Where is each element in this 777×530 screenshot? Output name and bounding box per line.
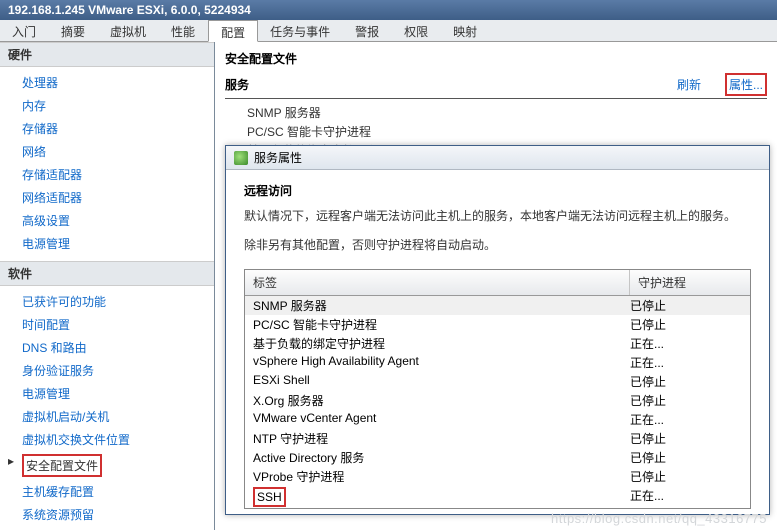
cell-label: VMware vCenter Agent xyxy=(253,411,630,428)
sidebar-hw-item[interactable]: 处理器 xyxy=(0,71,214,94)
services-table: 标签 守护进程 SNMP 服务器已停止PC/SC 智能卡守护进程已停止基于负载的… xyxy=(244,269,751,509)
tab-6[interactable]: 警报 xyxy=(343,20,392,41)
cell-label: NTP 守护进程 xyxy=(253,430,630,447)
tab-3[interactable]: 性能 xyxy=(159,20,208,41)
sidebar-sw-item[interactable]: 代理虚拟机设置 xyxy=(0,526,214,530)
table-row[interactable]: Active Directory 服务已停止 xyxy=(245,448,750,467)
caret-icon: ▸ xyxy=(8,454,14,468)
sidebar-sw-item[interactable]: DNS 和路由 xyxy=(0,336,214,359)
cell-label: VProbe 守护进程 xyxy=(253,468,630,485)
tab-8[interactable]: 映射 xyxy=(441,20,490,41)
sidebar-sw-item[interactable]: ▸安全配置文件 xyxy=(0,451,214,480)
tab-7[interactable]: 权限 xyxy=(392,20,441,41)
cell-daemon: 已停止 xyxy=(630,449,742,466)
sidebar-header-hardware: 硬件 xyxy=(0,42,214,67)
cell-label: Active Directory 服务 xyxy=(253,449,630,466)
sidebar-sw-item[interactable]: 时间配置 xyxy=(0,313,214,336)
cell-label: PC/SC 智能卡守护进程 xyxy=(253,316,630,333)
sidebar-hw-item[interactable]: 高级设置 xyxy=(0,209,214,232)
col-daemon[interactable]: 守护进程 xyxy=(630,270,750,295)
table-row[interactable]: SNMP 服务器已停止 xyxy=(245,296,750,315)
dialog-section-heading: 远程访问 xyxy=(244,182,751,199)
cell-label: vSphere High Availability Agent xyxy=(253,354,630,371)
table-row[interactable]: 基于负载的绑定守护进程正在... xyxy=(245,334,750,353)
cell-daemon: 正在... xyxy=(630,411,742,428)
service-properties-dialog: 服务属性 远程访问 默认情况下，远程客户端无法访问此主机上的服务，本地客户端无法… xyxy=(225,145,770,515)
table-row[interactable]: vSphere High Availability Agent正在... xyxy=(245,353,750,372)
dialog-text-1: 默认情况下，远程客户端无法访问此主机上的服务，本地客户端无法访问远程主机上的服务… xyxy=(244,207,751,226)
sidebar-hw-item[interactable]: 内存 xyxy=(0,94,214,117)
cell-daemon: 已停止 xyxy=(630,316,742,333)
cell-daemon: 已停止 xyxy=(630,468,742,485)
properties-link[interactable]: 属性... xyxy=(725,73,767,96)
cell-label: X.Org 服务器 xyxy=(253,392,630,409)
sidebar-sw-item[interactable]: 身份验证服务 xyxy=(0,359,214,382)
sidebar-sw-item[interactable]: 虚拟机启动/关机 xyxy=(0,405,214,428)
sidebar-sw-item[interactable]: 系统资源预留 xyxy=(0,503,214,526)
sidebar-hw-item[interactable]: 网络适配器 xyxy=(0,186,214,209)
cell-label: SNMP 服务器 xyxy=(253,297,630,314)
cell-daemon: 正在... xyxy=(630,354,742,371)
cell-label: SSH xyxy=(253,487,630,507)
sidebar-hw-item[interactable]: 电源管理 xyxy=(0,232,214,255)
cell-label: 基于负载的绑定守护进程 xyxy=(253,335,630,352)
table-row[interactable]: VProbe 守护进程已停止 xyxy=(245,467,750,486)
service-row: PC/SC 智能卡守护进程 xyxy=(247,122,767,141)
services-label: 服务 xyxy=(225,76,249,93)
page-title: 安全配置文件 xyxy=(225,48,767,73)
cell-daemon: 已停止 xyxy=(630,373,742,390)
tabstrip: 入门摘要虚拟机性能配置任务与事件警报权限映射 xyxy=(0,20,777,42)
cell-daemon: 已停止 xyxy=(630,392,742,409)
tab-2[interactable]: 虚拟机 xyxy=(98,20,159,41)
sidebar-sw-item[interactable]: 主机缓存配置 xyxy=(0,480,214,503)
sidebar-hw-item[interactable]: 存储适配器 xyxy=(0,163,214,186)
cell-daemon: 正在... xyxy=(630,487,742,507)
sidebar-sw-item[interactable]: 电源管理 xyxy=(0,382,214,405)
sidebar-hw-item[interactable]: 网络 xyxy=(0,140,214,163)
tab-0[interactable]: 入门 xyxy=(0,20,49,41)
cell-daemon: 已停止 xyxy=(630,430,742,447)
cell-label: ESXi Shell xyxy=(253,373,630,390)
sidebar-hw-item[interactable]: 存储器 xyxy=(0,117,214,140)
sidebar-sw-item[interactable]: 已获许可的功能 xyxy=(0,290,214,313)
refresh-link[interactable]: 刷新 xyxy=(677,76,701,93)
table-row[interactable]: PC/SC 智能卡守护进程已停止 xyxy=(245,315,750,334)
tab-5[interactable]: 任务与事件 xyxy=(258,20,343,41)
cell-daemon: 已停止 xyxy=(630,297,742,314)
table-row[interactable]: ESXi Shell已停止 xyxy=(245,372,750,391)
table-row[interactable]: NTP 守护进程已停止 xyxy=(245,429,750,448)
vsphere-icon xyxy=(234,151,248,165)
cell-daemon: 正在... xyxy=(630,335,742,352)
table-row[interactable]: SSH正在... xyxy=(245,486,750,508)
sidebar: 硬件 处理器内存存储器网络存储适配器网络适配器高级设置电源管理 软件 已获许可的… xyxy=(0,42,215,530)
dialog-titlebar[interactable]: 服务属性 xyxy=(226,146,769,170)
sidebar-sw-item[interactable]: 虚拟机交换文件位置 xyxy=(0,428,214,451)
service-row: SNMP 服务器 xyxy=(247,103,767,122)
table-row[interactable]: X.Org 服务器已停止 xyxy=(245,391,750,410)
tab-4[interactable]: 配置 xyxy=(208,20,258,42)
sidebar-header-software: 软件 xyxy=(0,261,214,286)
tab-1[interactable]: 摘要 xyxy=(49,20,98,41)
dialog-title: 服务属性 xyxy=(254,149,302,166)
table-row[interactable]: VMware vCenter Agent正在... xyxy=(245,410,750,429)
dialog-text-2: 除非另有其他配置，否则守护进程将自动启动。 xyxy=(244,236,751,255)
table-header: 标签 守护进程 xyxy=(245,270,750,296)
window-title: 192.168.1.245 VMware ESXi, 6.0.0, 522493… xyxy=(0,0,777,20)
col-label[interactable]: 标签 xyxy=(245,270,630,295)
